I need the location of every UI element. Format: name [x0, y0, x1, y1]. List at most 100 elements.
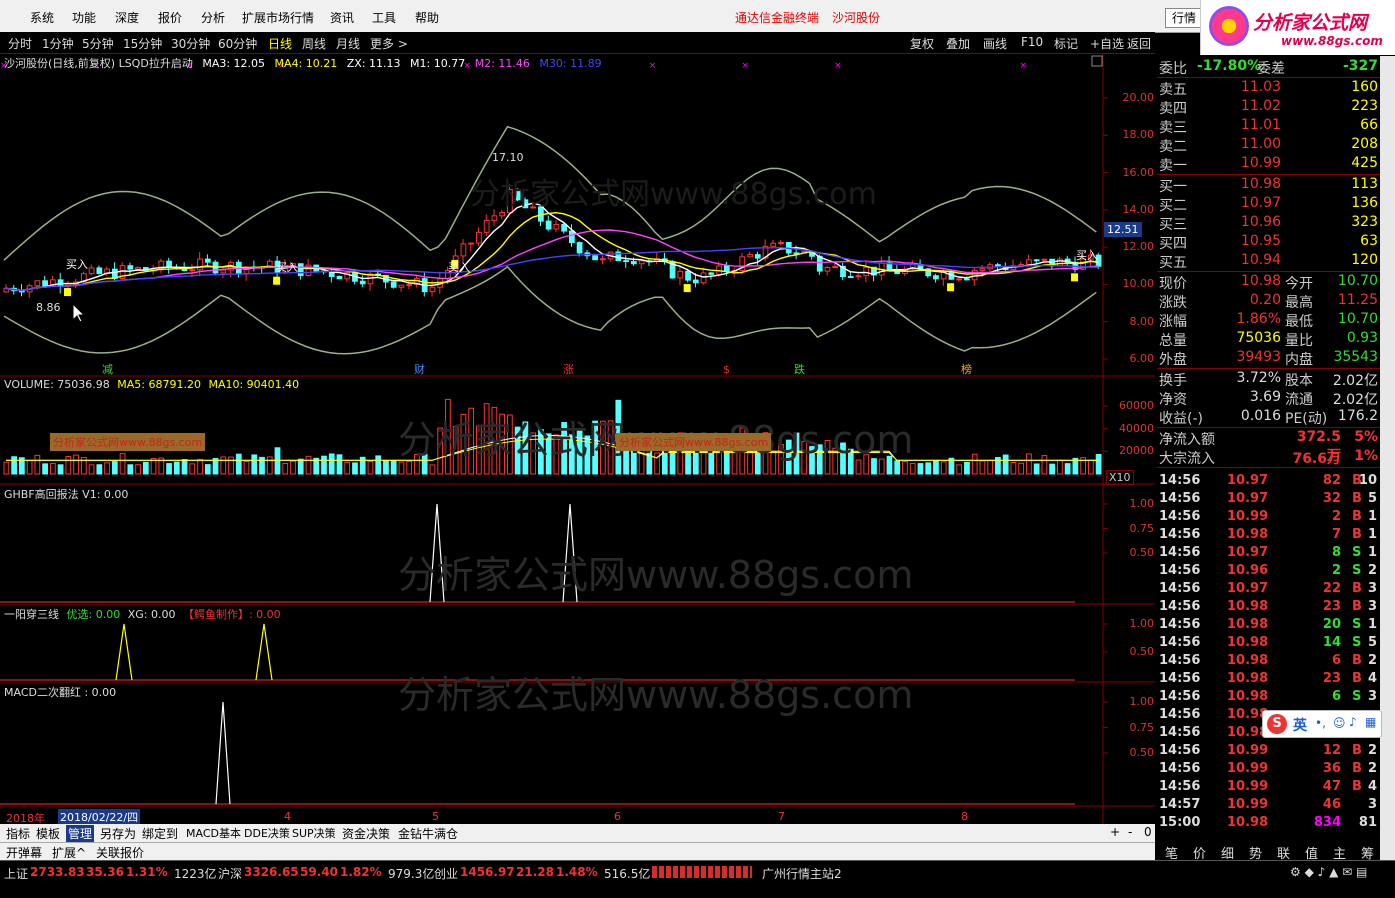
tab-fund-decision[interactable]: 资金决策	[342, 825, 390, 842]
fund-row-2[interactable]: 收益(-) 0.016 PE(动) 176.2	[1157, 408, 1380, 427]
tick-row: 15:00 10.98 834 81	[1157, 815, 1380, 833]
candle-body	[956, 278, 963, 281]
sz-pct: 1.82%	[340, 865, 382, 879]
menu-analysis[interactable]: 分析	[201, 9, 225, 26]
period-tab-more[interactable]: 更多 >	[370, 35, 408, 52]
tab-save-as[interactable]: 另存为	[100, 825, 136, 842]
mark-button[interactable]: 标记	[1054, 35, 1078, 52]
menu-function[interactable]: 功能	[72, 9, 96, 26]
row-key2: 股本	[1285, 373, 1313, 389]
tab-sup[interactable]: SUP决策	[292, 825, 336, 841]
server-name[interactable]: 广州行情主站2	[762, 865, 842, 882]
tick-volume: 23	[1322, 671, 1341, 686]
draw-line-button[interactable]: 画线	[983, 35, 1007, 52]
buy-row-4[interactable]: 买四 10.95 63	[1157, 233, 1380, 252]
row-value2: 2.02亿	[1332, 373, 1378, 389]
cy-label[interactable]: 创业	[434, 865, 458, 882]
menu-ext-market[interactable]: 扩展市场行情	[242, 9, 314, 26]
volume-bar	[65, 455, 72, 475]
buy-row-3[interactable]: 买三 10.96 323	[1157, 214, 1380, 233]
add-favorite-button[interactable]: +自选	[1090, 35, 1124, 52]
ime-mode[interactable]: 英	[1293, 715, 1307, 735]
zoom-out-button[interactable]: -	[1128, 825, 1132, 839]
stat-row-4[interactable]: 外盘 39493 内盘 35543	[1157, 349, 1380, 368]
row-key2: 流通	[1285, 392, 1313, 408]
period-tab-15min[interactable]: 15分钟	[123, 35, 162, 52]
tick-time: 15:00	[1159, 815, 1201, 830]
volume-bar	[189, 463, 196, 475]
tick-price: 10.97	[1227, 581, 1269, 596]
flow-pct: 5%	[1354, 429, 1378, 445]
zoom-reset-button[interactable]: 0	[1144, 825, 1152, 839]
sell-row-5[interactable]: 卖五 11.03 160	[1157, 79, 1380, 98]
status-icons[interactable]: ⚙ ◆ ♪ ▲ ✉ ▤	[1290, 865, 1367, 879]
restore-rights-button[interactable]: 复权	[910, 35, 934, 52]
expand-button[interactable]: 扩展^	[52, 844, 86, 861]
period-tab-30min[interactable]: 30分钟	[171, 35, 210, 52]
tab-bind-to[interactable]: 绑定到	[142, 825, 178, 842]
period-tab-intraday[interactable]: 分时	[8, 35, 32, 52]
keyboard-icon[interactable]: ▦	[1365, 715, 1376, 729]
menu-tools[interactable]: 工具	[372, 9, 396, 26]
tab-manage[interactable]: 管理	[66, 825, 95, 842]
ime-toolbar[interactable]: S 英 •, ☺ ♪ ▦	[1262, 710, 1382, 738]
high-label: 17.10	[492, 151, 524, 164]
sell-row-3[interactable]: 卖三 11.01 66	[1157, 117, 1380, 136]
sell-row-1[interactable]: 卖一 10.99 425	[1157, 155, 1380, 174]
stat-row-0[interactable]: 现价 10.98 今开 10.70	[1157, 273, 1380, 292]
chart-area[interactable]: ×××××××××××××× 分析家公式网www.88gs.com 分析家公式网…	[0, 54, 1155, 825]
punct-icon[interactable]: •,	[1315, 716, 1326, 730]
quote-scrollbar[interactable]	[1380, 56, 1395, 864]
fund-row-1[interactable]: 净资 3.69 流通 2.02亿	[1157, 389, 1380, 408]
tick-volume: 46	[1322, 797, 1341, 812]
linked-quote-button[interactable]: 关联报价	[96, 844, 144, 861]
zoom-in-button[interactable]: +	[1110, 825, 1120, 839]
tick-volume: 12	[1322, 743, 1341, 758]
row-value2: 35543	[1333, 349, 1378, 365]
overlay-button[interactable]: 叠加	[946, 35, 970, 52]
buy-row-1[interactable]: 买一 10.98 113	[1157, 176, 1380, 195]
stat-row-1[interactable]: 涨跌 0.20 最高 11.25	[1157, 292, 1380, 311]
period-tab-weekly[interactable]: 周线	[302, 35, 326, 52]
stat-row-2[interactable]: 涨幅 1.86% 最低 10.70	[1157, 311, 1380, 330]
tab-template[interactable]: 模板	[36, 825, 60, 842]
period-tab-5min[interactable]: 5分钟	[82, 35, 114, 52]
mic-icon[interactable]: ♪	[1349, 715, 1357, 729]
menu-help[interactable]: 帮助	[415, 9, 439, 26]
buy-row-5[interactable]: 买五 10.94 120	[1157, 252, 1380, 271]
tab-dde[interactable]: DDE决策	[244, 825, 290, 841]
period-tab-1min[interactable]: 1分钟	[42, 35, 74, 52]
period-tab-monthly[interactable]: 月线	[336, 35, 360, 52]
tick-volume: 6	[1331, 653, 1341, 668]
tab-macd-basic[interactable]: MACD基本	[186, 825, 241, 841]
tab-gold-bull[interactable]: 金钻牛满仓	[398, 825, 458, 842]
candle-body	[747, 254, 753, 258]
danmu-button[interactable]: 开弹幕	[6, 844, 42, 861]
row-key2: 最高	[1285, 295, 1313, 311]
row-key: 买三	[1159, 217, 1187, 233]
emoji-icon[interactable]: ☺	[1333, 716, 1346, 730]
volume-bar	[42, 463, 48, 475]
sh-label[interactable]: 上证	[4, 865, 28, 882]
sell-row-2[interactable]: 卖二 11.00 208	[1157, 136, 1380, 155]
tick-price: 10.98	[1227, 527, 1269, 542]
tab-indicator[interactable]: 指标	[6, 825, 30, 842]
menu-depth[interactable]: 深度	[115, 9, 139, 26]
stat-row-3[interactable]: 总量 75036 量比 0.93	[1157, 330, 1380, 349]
period-tab-60min[interactable]: 60分钟	[218, 35, 257, 52]
row-key2: 量比	[1285, 333, 1313, 349]
fund-row-0[interactable]: 换手 3.72% 股本 2.02亿	[1157, 370, 1380, 389]
month-4: 4	[284, 810, 291, 823]
market-menu-button[interactable]: 行情	[1165, 8, 1203, 28]
tick-count: 4	[1367, 671, 1377, 686]
menu-quote[interactable]: 报价	[158, 9, 182, 26]
sell-row-4[interactable]: 卖四 11.02 223	[1157, 98, 1380, 117]
sz-amount: 979.3亿	[388, 867, 435, 881]
menu-news[interactable]: 资讯	[330, 9, 354, 26]
buy-row-2[interactable]: 买二 10.97 136	[1157, 195, 1380, 214]
sz-label[interactable]: 沪深	[218, 865, 242, 882]
menu-system[interactable]: 系统	[30, 9, 54, 26]
period-tab-daily[interactable]: 日线	[268, 35, 292, 52]
f10-button[interactable]: F10	[1021, 35, 1043, 49]
back-button[interactable]: 返回	[1127, 35, 1151, 52]
